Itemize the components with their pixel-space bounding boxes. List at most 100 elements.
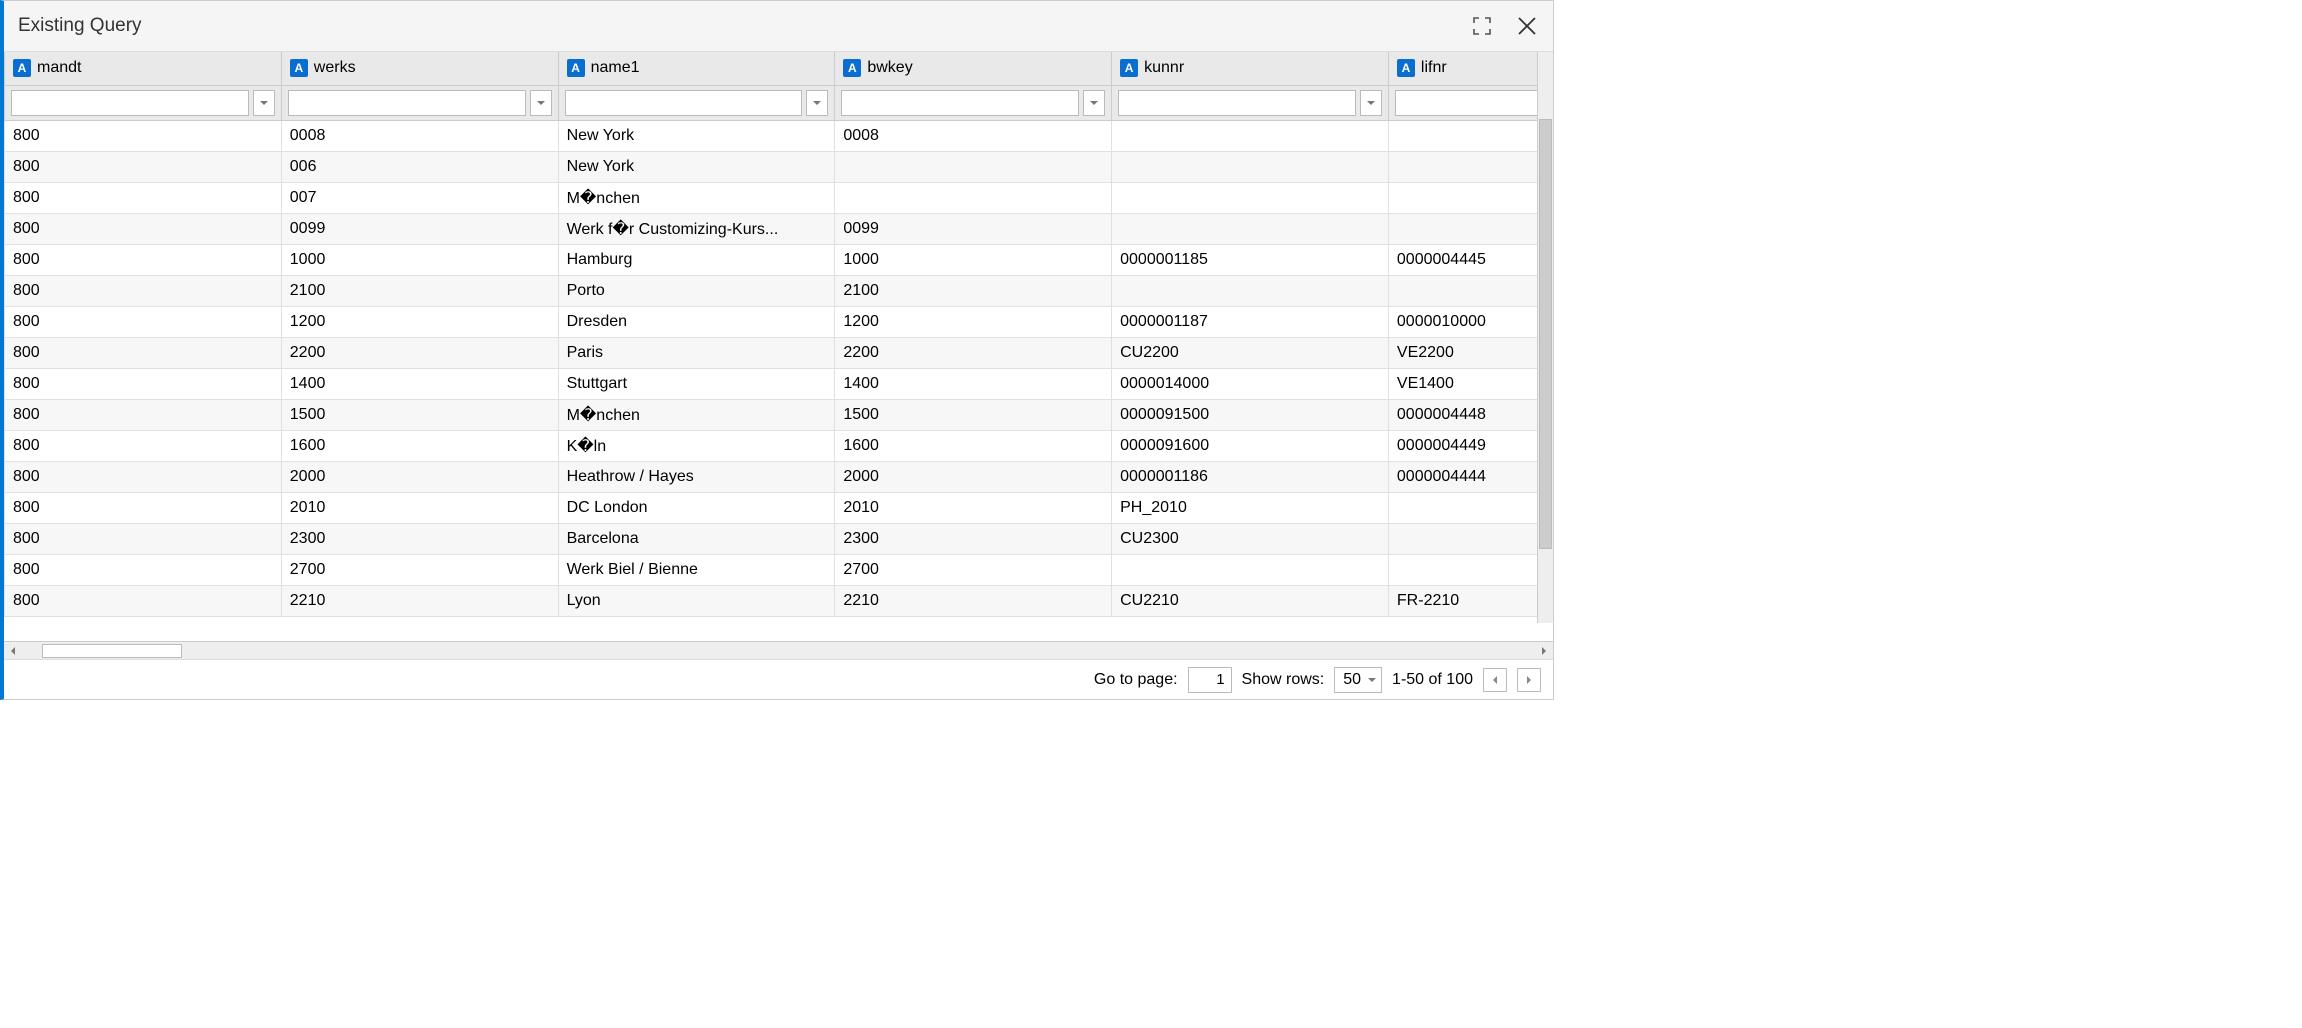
table-row[interactable]: 8001600K�ln160000000916000000004449 xyxy=(5,430,1553,461)
cell-werks[interactable]: 007 xyxy=(281,182,558,213)
cell-name1[interactable]: Werk Biel / Bienne xyxy=(558,554,835,585)
cell-werks[interactable]: 006 xyxy=(281,151,558,182)
filter-dropdown-kunnr[interactable] xyxy=(1360,90,1382,116)
cell-mandt[interactable]: 800 xyxy=(5,461,282,492)
cell-mandt[interactable]: 800 xyxy=(5,492,282,523)
cell-mandt[interactable]: 800 xyxy=(5,306,282,337)
cell-werks[interactable]: 1200 xyxy=(281,306,558,337)
cell-name1[interactable]: M�nchen xyxy=(558,399,835,430)
table-row[interactable]: 8002000Heathrow / Hayes20000000001186000… xyxy=(5,461,1553,492)
cell-name1[interactable]: M�nchen xyxy=(558,182,835,213)
cell-mandt[interactable]: 800 xyxy=(5,151,282,182)
cell-bwkey[interactable]: 1400 xyxy=(835,368,1112,399)
hscroll-right-arrow[interactable] xyxy=(1535,642,1553,660)
cell-name1[interactable]: Porto xyxy=(558,275,835,306)
cell-kunnr[interactable]: 0000001187 xyxy=(1112,306,1389,337)
table-row[interactable]: 8002010DC London2010PH_2010 xyxy=(5,492,1553,523)
filter-dropdown-name1[interactable] xyxy=(806,90,828,116)
cell-bwkey[interactable]: 2010 xyxy=(835,492,1112,523)
cell-werks[interactable]: 0008 xyxy=(281,120,558,151)
cell-bwkey[interactable]: 1500 xyxy=(835,399,1112,430)
column-header-name1[interactable]: Aname1 xyxy=(558,52,835,85)
cell-name1[interactable]: Barcelona xyxy=(558,523,835,554)
cell-lifnr[interactable]: 0000010000 xyxy=(1388,306,1552,337)
table-row[interactable]: 8001000Hamburg100000000011850000004445 xyxy=(5,244,1553,275)
cell-kunnr[interactable]: 0000001185 xyxy=(1112,244,1389,275)
cell-lifnr[interactable] xyxy=(1388,523,1552,554)
cell-bwkey[interactable]: 2700 xyxy=(835,554,1112,585)
show-rows-select[interactable]: 50 xyxy=(1334,667,1382,693)
cell-mandt[interactable]: 800 xyxy=(5,585,282,616)
cell-bwkey[interactable] xyxy=(835,182,1112,213)
cell-werks[interactable]: 1600 xyxy=(281,430,558,461)
cell-werks[interactable]: 1000 xyxy=(281,244,558,275)
cell-werks[interactable]: 1500 xyxy=(281,399,558,430)
column-header-lifnr[interactable]: Alifnr xyxy=(1388,52,1552,85)
table-row[interactable]: 8001500M�nchen150000000915000000004448 xyxy=(5,399,1553,430)
column-header-werks[interactable]: Awerks xyxy=(281,52,558,85)
cell-name1[interactable]: Lyon xyxy=(558,585,835,616)
cell-bwkey[interactable]: 0008 xyxy=(835,120,1112,151)
cell-mandt[interactable]: 800 xyxy=(5,213,282,244)
table-row[interactable]: 800006New York xyxy=(5,151,1553,182)
cell-mandt[interactable]: 800 xyxy=(5,554,282,585)
filter-input-kunnr[interactable] xyxy=(1118,90,1356,116)
cell-kunnr[interactable]: 0000001186 xyxy=(1112,461,1389,492)
cell-bwkey[interactable] xyxy=(835,151,1112,182)
cell-bwkey[interactable]: 2300 xyxy=(835,523,1112,554)
cell-mandt[interactable]: 800 xyxy=(5,120,282,151)
cell-name1[interactable]: Dresden xyxy=(558,306,835,337)
cell-name1[interactable]: Heathrow / Hayes xyxy=(558,461,835,492)
column-header-bwkey[interactable]: Abwkey xyxy=(835,52,1112,85)
filter-input-bwkey[interactable] xyxy=(841,90,1079,116)
cell-name1[interactable]: K�ln xyxy=(558,430,835,461)
cell-lifnr[interactable] xyxy=(1388,120,1552,151)
cell-werks[interactable]: 2300 xyxy=(281,523,558,554)
close-button[interactable] xyxy=(1515,14,1539,38)
cell-name1[interactable]: Hamburg xyxy=(558,244,835,275)
cell-bwkey[interactable]: 2200 xyxy=(835,337,1112,368)
cell-name1[interactable]: New York xyxy=(558,120,835,151)
vertical-scrollbar-thumb[interactable] xyxy=(1539,119,1552,549)
cell-bwkey[interactable]: 2100 xyxy=(835,275,1112,306)
cell-werks[interactable]: 2010 xyxy=(281,492,558,523)
cell-name1[interactable]: Stuttgart xyxy=(558,368,835,399)
cell-lifnr[interactable]: 0000004448 xyxy=(1388,399,1552,430)
cell-werks[interactable]: 0099 xyxy=(281,213,558,244)
cell-bwkey[interactable]: 1600 xyxy=(835,430,1112,461)
table-row[interactable]: 800007M�nchen xyxy=(5,182,1553,213)
hscroll-thumb[interactable] xyxy=(42,644,182,658)
vertical-scrollbar[interactable] xyxy=(1537,52,1553,623)
column-header-kunnr[interactable]: Akunnr xyxy=(1112,52,1389,85)
cell-mandt[interactable]: 800 xyxy=(5,337,282,368)
cell-name1[interactable]: Werk f�r Customizing-Kurs... xyxy=(558,213,835,244)
cell-bwkey[interactable]: 1200 xyxy=(835,306,1112,337)
hscroll-left-arrow[interactable] xyxy=(4,642,22,660)
cell-name1[interactable]: New York xyxy=(558,151,835,182)
goto-page-input[interactable] xyxy=(1188,667,1232,693)
cell-werks[interactable]: 2700 xyxy=(281,554,558,585)
table-row[interactable]: 8002200Paris2200CU2200VE2200 xyxy=(5,337,1553,368)
cell-lifnr[interactable] xyxy=(1388,275,1552,306)
page-prev-button[interactable] xyxy=(1483,668,1507,692)
cell-kunnr[interactable]: CU2210 xyxy=(1112,585,1389,616)
cell-kunnr[interactable]: CU2300 xyxy=(1112,523,1389,554)
filter-input-lifnr[interactable] xyxy=(1395,90,1553,116)
cell-bwkey[interactable]: 1000 xyxy=(835,244,1112,275)
cell-bwkey[interactable]: 2210 xyxy=(835,585,1112,616)
table-row[interactable]: 8000099Werk f�r Customizing-Kurs...0099 xyxy=(5,213,1553,244)
filter-input-name1[interactable] xyxy=(565,90,803,116)
cell-name1[interactable]: DC London xyxy=(558,492,835,523)
table-row[interactable]: 8001400Stuttgart14000000014000VE1400 xyxy=(5,368,1553,399)
cell-werks[interactable]: 2200 xyxy=(281,337,558,368)
cell-lifnr[interactable] xyxy=(1388,554,1552,585)
cell-kunnr[interactable] xyxy=(1112,275,1389,306)
filter-dropdown-werks[interactable] xyxy=(530,90,552,116)
cell-bwkey[interactable]: 2000 xyxy=(835,461,1112,492)
cell-lifnr[interactable]: 0000004445 xyxy=(1388,244,1552,275)
cell-lifnr[interactable]: VE2200 xyxy=(1388,337,1552,368)
cell-werks[interactable]: 2000 xyxy=(281,461,558,492)
cell-werks[interactable]: 2210 xyxy=(281,585,558,616)
cell-name1[interactable]: Paris xyxy=(558,337,835,368)
cell-mandt[interactable]: 800 xyxy=(5,399,282,430)
